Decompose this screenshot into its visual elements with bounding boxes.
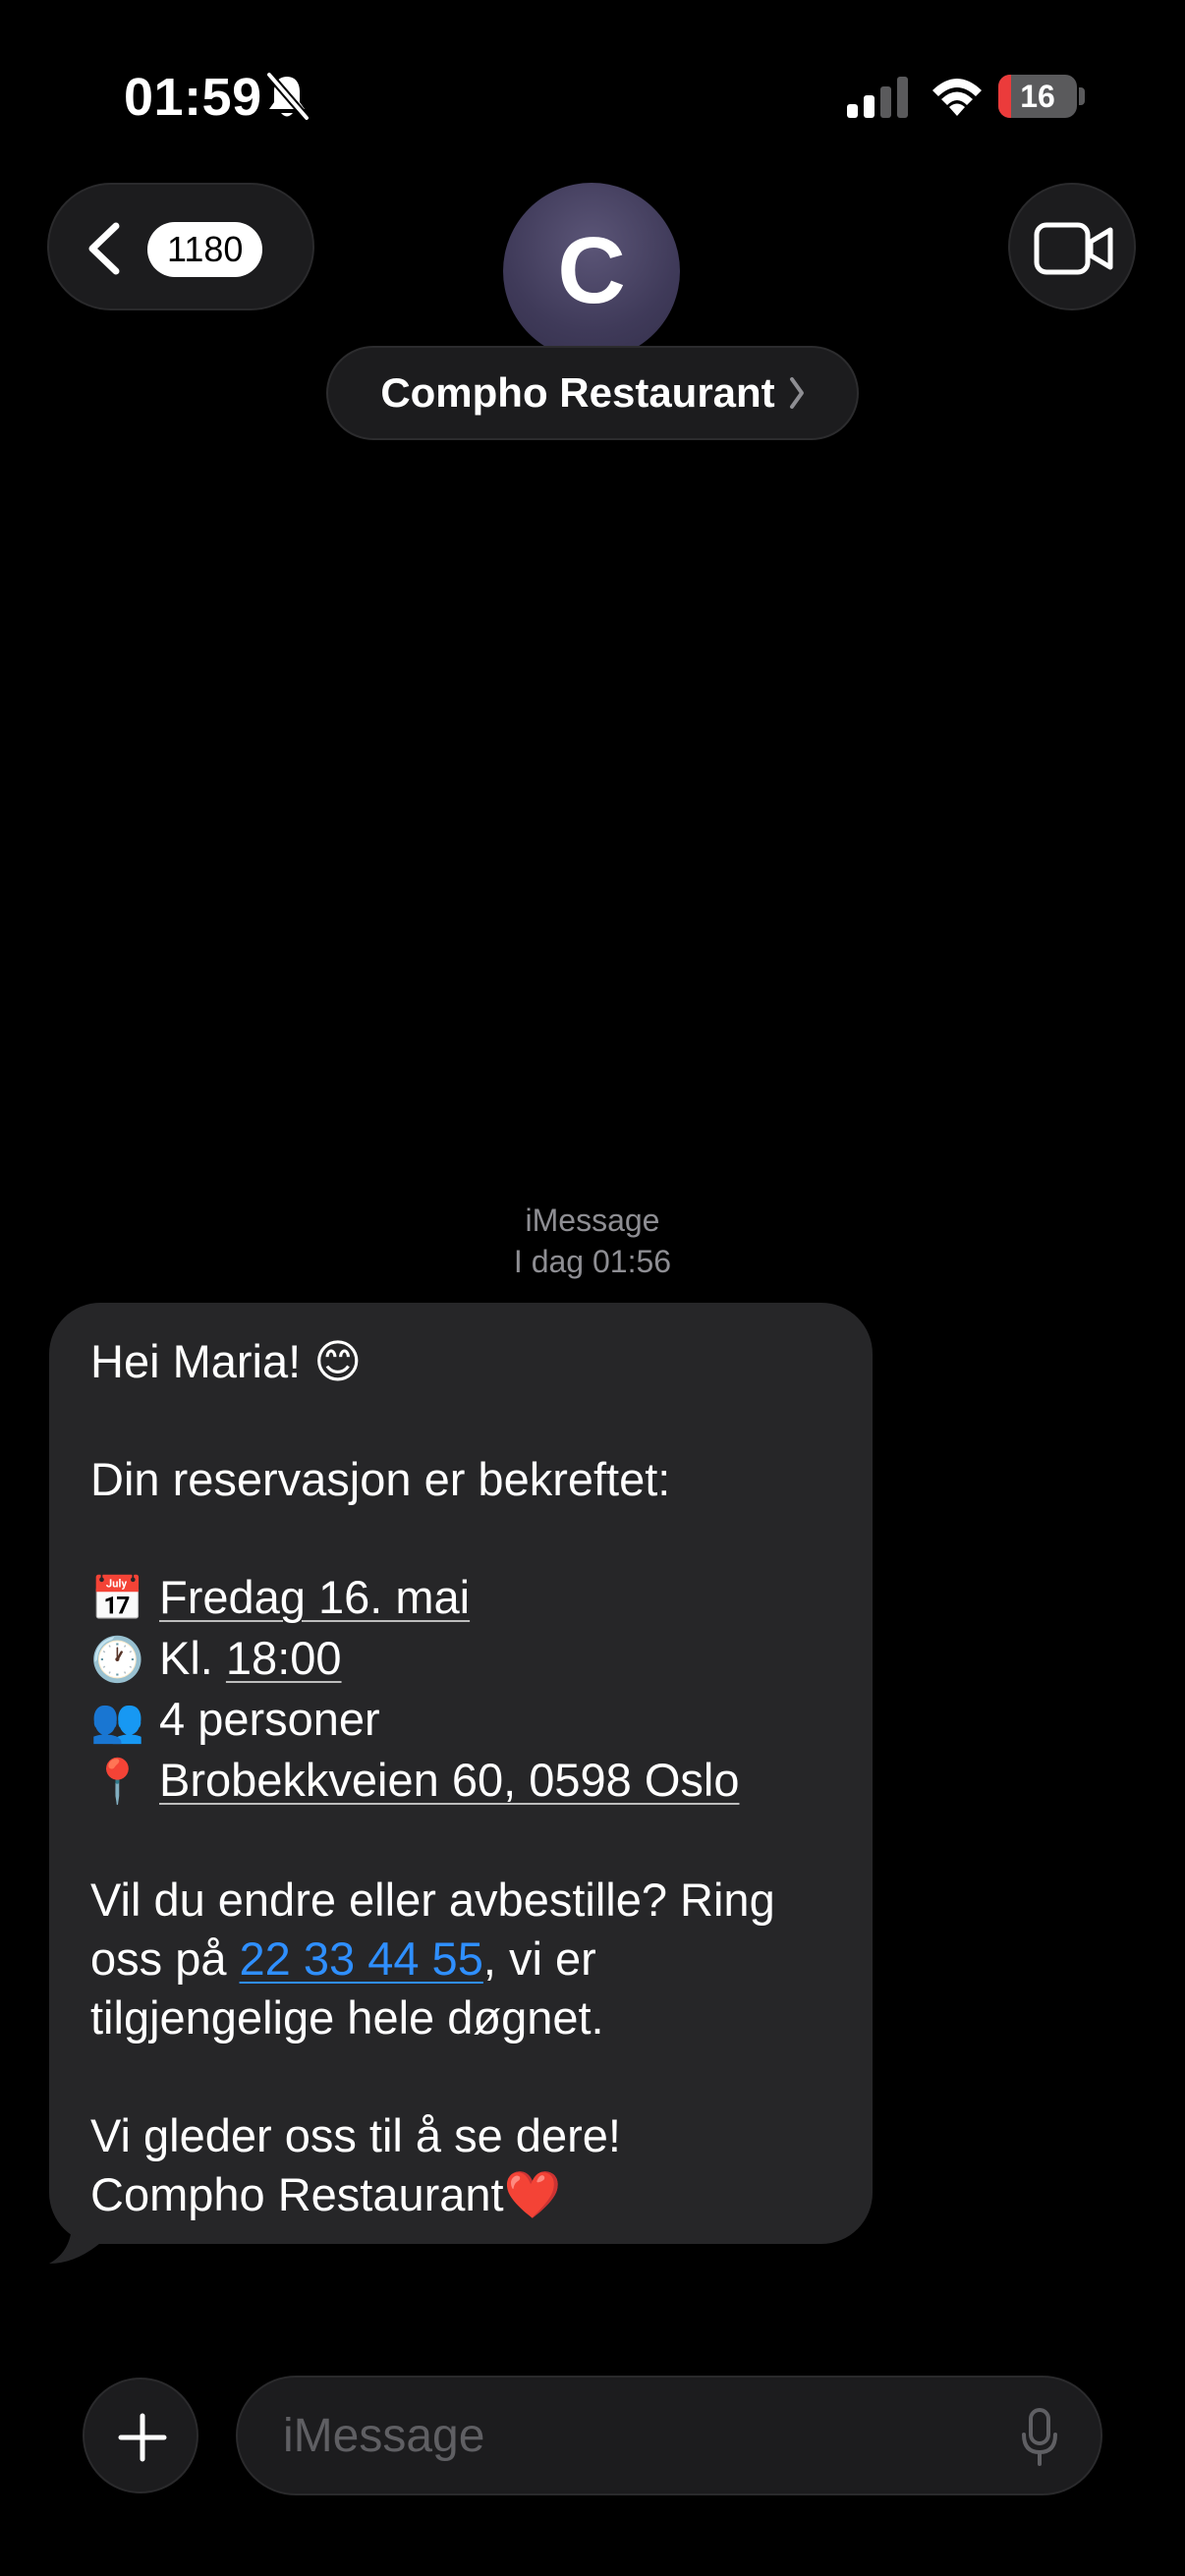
service-label: iMessage <box>525 1203 660 1238</box>
wifi-icon <box>932 79 982 116</box>
reservation-time-row: 🕐 Kl. 18:00 <box>90 1629 831 1690</box>
reservation-time-link[interactable]: 18:00 <box>226 1632 342 1684</box>
reservation-people: 4 personer <box>159 1693 380 1745</box>
contact-name: Compho Restaurant <box>380 369 775 416</box>
reservation-date-link[interactable]: Fredag 16. mai <box>159 1571 470 1623</box>
clock-icon: 🕐 <box>90 1636 144 1684</box>
signature-row: Compho Restaurant❤️ <box>90 2165 831 2224</box>
heart-icon: ❤️ <box>503 2168 562 2220</box>
battery-nub <box>1079 87 1085 105</box>
battery-percent: 16 <box>1020 79 1055 114</box>
message-confirmed: Din reservasjon er bekreftet: <box>90 1453 671 1505</box>
video-camera-icon <box>1034 222 1113 275</box>
phone-link[interactable]: 22 33 44 55 <box>240 1932 483 1985</box>
time-prefix: Kl. <box>159 1632 213 1684</box>
back-button[interactable]: 1180 <box>47 183 314 310</box>
plus-icon <box>118 2413 167 2462</box>
people-icon: 👥 <box>90 1697 144 1745</box>
microphone-icon[interactable] <box>1020 2407 1059 2468</box>
closing-text: Vi gleder oss til å se dere! <box>90 2109 621 2161</box>
address-link[interactable]: Brobekkveien 60, 0598 Oslo <box>159 1754 739 1806</box>
calendar-icon: 📅 <box>90 1575 144 1623</box>
reservation-date-row: 📅 Fredag 16. mai <box>90 1568 831 1629</box>
message-input[interactable] <box>283 2378 990 2493</box>
reservation-address-row: 📍 Brobekkveien 60, 0598 Oslo <box>90 1751 831 1812</box>
chevron-right-icon <box>789 377 804 409</box>
bell-slash-icon <box>265 72 310 121</box>
contact-name-button[interactable]: Compho Restaurant <box>326 346 859 440</box>
status-time: 01:59 <box>124 68 262 127</box>
battery-indicator: 16 <box>998 75 1077 118</box>
message-bubble[interactable]: Hei Maria! 😊 Din reservasjon er bekrefte… <box>49 1303 873 2244</box>
message-input-container <box>236 2376 1102 2495</box>
unread-count-badge: 1180 <box>147 222 263 277</box>
message-timestamp: I dag 01:56 <box>513 1244 672 1279</box>
message-greeting: Hei Maria! 😊 <box>90 1335 363 1387</box>
reservation-people-row: 👥 4 personer <box>90 1690 831 1751</box>
change-reservation-text: Vil du endre eller avbestille? Ring oss … <box>90 1871 831 2047</box>
signature: Compho Restaurant <box>90 2168 504 2220</box>
pin-icon: 📍 <box>90 1758 144 1806</box>
add-attachment-button[interactable] <box>83 2378 198 2493</box>
messages-screen: 01:59 16 1180 C Compho Restaurant iMessa… <box>0 0 1185 2576</box>
cellular-signal-icon <box>847 77 908 118</box>
contact-avatar[interactable]: C <box>503 183 680 360</box>
facetime-video-button[interactable] <box>1008 183 1136 310</box>
chevron-left-icon <box>88 222 120 275</box>
